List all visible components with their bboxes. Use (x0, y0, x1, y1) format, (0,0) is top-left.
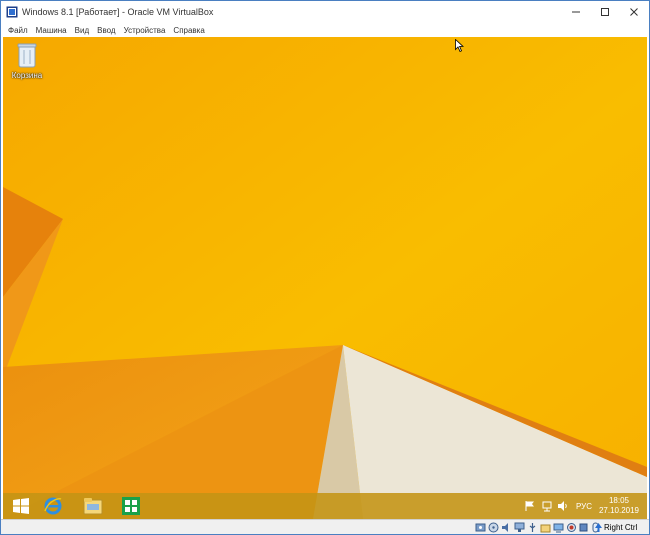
shared-folder-icon[interactable] (540, 522, 551, 533)
action-center-flag-icon[interactable] (524, 500, 536, 512)
virtualbox-icon (6, 6, 18, 18)
menu-view[interactable]: Вид (71, 26, 93, 35)
title-bar[interactable]: Windows 8.1 [Работает] - Oracle VM Virtu… (1, 1, 649, 23)
cpu-icon[interactable] (578, 522, 589, 533)
volume-icon[interactable] (557, 500, 569, 512)
recycle-bin-label: Корзина (11, 71, 43, 80)
virtualbox-window: Windows 8.1 [Работает] - Oracle VM Virtu… (0, 0, 650, 535)
close-icon (630, 8, 638, 16)
desktop-wallpaper (3, 37, 647, 519)
clock-date: 27.10.2019 (598, 506, 640, 515)
menu-input[interactable]: Ввод (93, 26, 119, 35)
keyboard-icon[interactable] (593, 522, 604, 533)
usb-icon[interactable] (527, 522, 538, 533)
guest-screen[interactable]: Корзина РУС 18:05 27.10.2019 (3, 37, 647, 519)
maximize-button[interactable] (590, 1, 620, 23)
recycle-bin[interactable]: Корзина (9, 41, 45, 80)
minimize-icon (572, 11, 580, 13)
clock-time: 18:05 (608, 496, 630, 505)
menu-devices[interactable]: Устройства (120, 26, 170, 35)
clock[interactable]: 18:05 27.10.2019 (596, 496, 642, 516)
start-button[interactable] (3, 494, 39, 518)
minimize-button[interactable] (561, 1, 591, 23)
hard-disk-icon[interactable] (475, 522, 486, 533)
taskbar-file-explorer[interactable] (75, 494, 111, 518)
network-adapter-icon[interactable] (514, 522, 525, 533)
optical-drive-icon[interactable] (488, 522, 499, 533)
taskbar-store[interactable] (113, 494, 149, 518)
taskbar: РУС 18:05 27.10.2019 (3, 493, 647, 519)
display-icon[interactable] (553, 522, 564, 533)
store-icon (122, 497, 140, 515)
internet-explorer-icon (44, 497, 62, 515)
recycle-bin-icon (17, 43, 37, 68)
close-button[interactable] (619, 1, 649, 23)
menu-bar: Файл Машина Вид Ввод Устройства Справка (1, 23, 649, 37)
maximize-icon (601, 8, 609, 16)
status-bar: Right Ctrl (1, 519, 649, 534)
window-title: Windows 8.1 [Работает] - Oracle VM Virtu… (22, 7, 214, 17)
mouse-pointer-icon (455, 39, 464, 52)
recording-icon[interactable] (566, 522, 577, 533)
audio-icon[interactable] (501, 522, 512, 533)
network-icon[interactable] (541, 500, 553, 512)
windows-start-icon (13, 498, 29, 514)
menu-file[interactable]: Файл (4, 26, 32, 35)
file-explorer-icon (83, 498, 103, 515)
input-language[interactable]: РУС (576, 502, 592, 511)
menu-help[interactable]: Справка (169, 26, 208, 35)
menu-machine[interactable]: Машина (32, 26, 71, 35)
host-key-label: Right Ctrl (604, 523, 638, 532)
taskbar-internet-explorer[interactable] (35, 494, 71, 518)
